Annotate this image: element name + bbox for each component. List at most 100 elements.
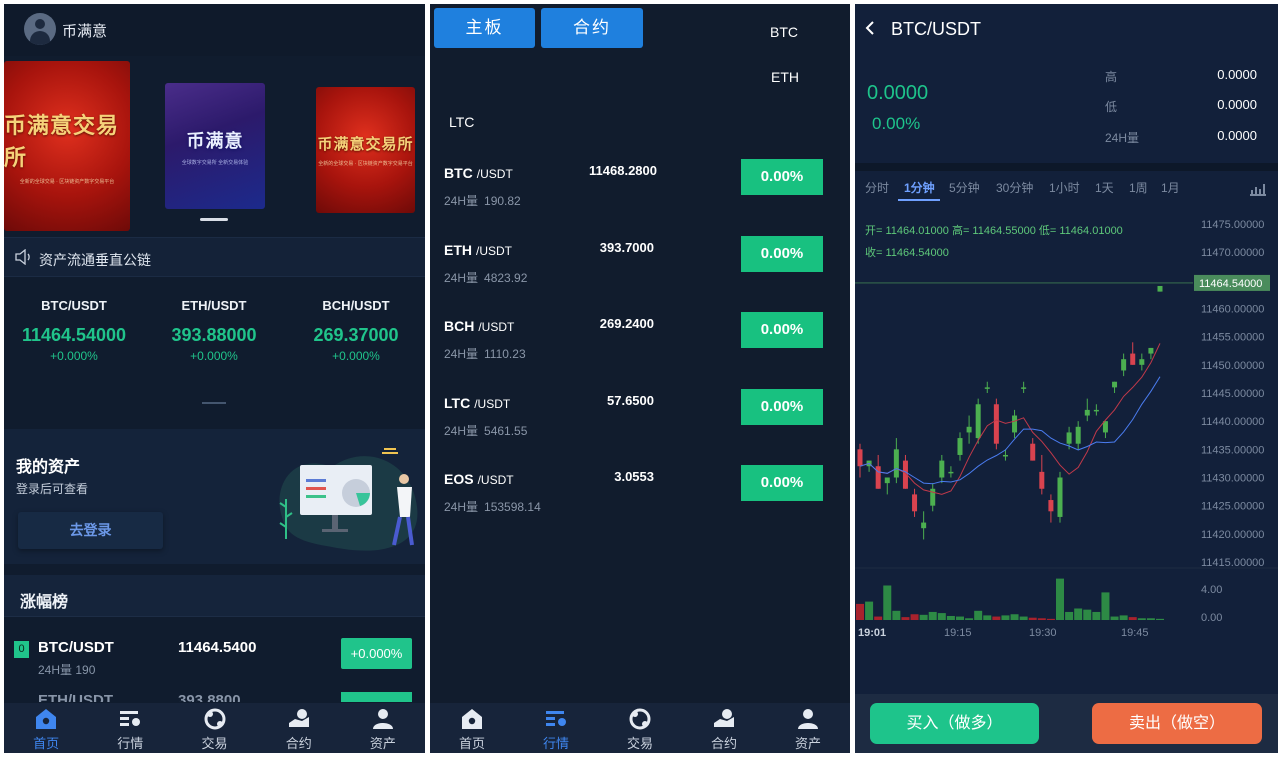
market-base: EOS — [444, 471, 474, 487]
volume-bar — [1037, 618, 1046, 620]
market-row[interactable]: BCH/USDT 24H量 1110.23 269.2400 0.00% — [430, 312, 850, 382]
sell-short-button[interactable]: 卖出（做空） — [1092, 703, 1262, 744]
market-row[interactable]: BTC/USDT 24H量 190.82 11468.2800 0.00% — [430, 159, 850, 229]
y-tick-label: 11445.00000 — [1201, 388, 1264, 400]
back-arrow-icon[interactable] — [861, 18, 881, 38]
ticker-change: +0.000% — [332, 349, 380, 363]
tab-trade[interactable]: 交易 — [598, 703, 682, 753]
y-tick-label: 11460.00000 — [1201, 304, 1264, 316]
tab-label: 资产 — [369, 736, 396, 751]
last-price-label: 11464.54000 — [1199, 278, 1262, 290]
y-tick-label: 11455.00000 — [1201, 332, 1264, 344]
market-row[interactable]: ETH/USDT 24H量 4823.92 393.7000 0.00% — [430, 235, 850, 306]
candle — [1084, 409, 1090, 416]
volume-bar — [965, 618, 974, 620]
timeframe-tab[interactable]: 30分钟 — [996, 179, 1033, 196]
rank-change — [341, 692, 412, 702]
timeframe-tab[interactable]: 1周 — [1129, 179, 1148, 196]
contract-icon — [714, 709, 734, 727]
ticker-card[interactable]: BTC/USDT 11464.54000 +0.000% — [4, 298, 144, 363]
gainers-row-partial[interactable]: ETH/USDT 393.8800 — [4, 688, 425, 702]
volume-bar — [910, 614, 919, 620]
market-screen: 主板 合约 BTC ETH LTC BTC/USDT 24H量 190.82 1146… — [430, 4, 850, 753]
market-symbol: ETH/USDT — [444, 242, 512, 258]
banner-3[interactable]: 币满意交易所 全新的全球交易 · 区块链资产数字交易平台 — [316, 87, 415, 213]
market-symbol: LTC/USDT — [444, 395, 510, 411]
ticker-card[interactable]: ETH/USDT 393.88000 +0.000% — [144, 298, 284, 363]
volume-label: 24H量 — [444, 194, 479, 208]
market-row[interactable]: EOS/USDT 24H量 153598.14 3.0553 0.00% — [430, 465, 850, 535]
coin-filter-eth[interactable]: ETH — [771, 69, 799, 85]
timeframe-tab[interactable]: 1月 — [1161, 179, 1180, 196]
home-header: 币满意 — [4, 4, 425, 56]
market-change[interactable]: 0.00% — [741, 312, 823, 348]
timeframe-tabs: 分时 1分钟 5分钟 30分钟 1小时 1天 1周 1月 — [855, 174, 1278, 202]
tab-assets[interactable]: 资产 — [341, 703, 425, 753]
volume-bar — [874, 616, 883, 620]
volume-bar — [901, 617, 910, 620]
timeframe-tab[interactable]: 1分钟 — [904, 179, 935, 196]
tab-assets[interactable]: 资产 — [766, 703, 850, 753]
market-change[interactable]: 0.00% — [741, 159, 823, 195]
tab-market[interactable]: 行情 — [514, 703, 598, 753]
volume-label: 24H量 — [444, 347, 479, 361]
candle — [884, 477, 890, 484]
x-tick-label: 19:01 — [858, 627, 886, 639]
tab-contract[interactable]: 合约 — [682, 703, 766, 753]
tab-home[interactable]: 首页 — [4, 703, 88, 753]
banner-carousel[interactable]: 币满意交易所 全新的全球交易 · 区块链资产数字交易平台 币满意 全球数字交易所… — [4, 61, 425, 233]
timeframe-tab[interactable]: 1天 — [1095, 179, 1114, 196]
candle — [1121, 359, 1127, 371]
gainers-row[interactable]: 0 BTC/USDT 24H量 190 11464.5400 +0.000% — [4, 618, 425, 688]
candle — [1075, 426, 1081, 444]
kline-chart[interactable]: 开= 11464.01000 高= 11464.55000 低= 11464.0… — [855, 204, 1278, 644]
banner-1[interactable]: 币满意交易所 全新的全球交易 · 区块链资产数字交易平台 — [4, 61, 130, 231]
volume-bar — [1046, 618, 1055, 620]
notice-bar[interactable]: 资产流通垂直公链 — [4, 237, 425, 277]
tab-contract[interactable]: 合约 — [257, 703, 341, 753]
home-icon — [462, 709, 482, 729]
stat-low-label: 低 — [1105, 100, 1118, 114]
candle — [1093, 409, 1099, 412]
candle — [1030, 443, 1036, 461]
market-volume: 24H量 1110.23 — [444, 345, 526, 362]
buy-long-button[interactable]: 买入（做多） — [870, 703, 1039, 744]
coin-filter-btc[interactable]: BTC — [770, 24, 798, 40]
market-symbol: BCH/USDT — [444, 318, 514, 334]
market-quote: /USDT — [478, 320, 515, 334]
volume-bar — [1001, 615, 1010, 620]
market-row[interactable]: LTC/USDT 24H量 5461.55 57.6500 0.00% — [430, 388, 850, 459]
candle — [957, 438, 963, 455]
tab-main-board[interactable]: 主板 — [434, 8, 535, 48]
user-icon — [798, 709, 818, 729]
rank-pair: BTC/USDT — [38, 639, 114, 656]
tab-trade[interactable]: 交易 — [172, 703, 256, 753]
market-change[interactable]: 0.00% — [741, 465, 823, 501]
timeframe-tab[interactable]: 1小时 — [1049, 179, 1080, 196]
timeframe-tab[interactable]: 5分钟 — [949, 179, 980, 196]
market-volume: 24H量 153598.14 — [444, 498, 541, 515]
coin-filter-ltc[interactable]: LTC — [449, 114, 474, 130]
volume-bar — [1010, 614, 1019, 620]
market-quote: /USDT — [474, 396, 511, 411]
ohlc-readout: 开= 11464.01000 高= 11464.55000 低= 11464.0… — [865, 223, 1123, 237]
tab-market[interactable]: 行情 — [88, 703, 172, 753]
volume-bar — [937, 613, 946, 620]
candle — [1112, 381, 1118, 388]
volume-bar — [992, 616, 1001, 620]
timeframe-active-indicator — [898, 199, 940, 201]
ticker-card[interactable]: BCH/USDT 269.37000 +0.000% — [286, 298, 425, 363]
banner-2[interactable]: 币满意 全球数字交易所 全新交易体验 — [165, 83, 265, 209]
tab-label: 行情 — [542, 736, 569, 751]
tab-home[interactable]: 首页 — [430, 703, 514, 753]
market-change[interactable]: 0.00% — [741, 235, 823, 272]
y-tick-label: 11425.00000 — [1201, 501, 1264, 513]
market-change[interactable]: 0.00% — [741, 388, 823, 425]
tab-contracts[interactable]: 合约 — [541, 8, 643, 48]
login-button[interactable]: 去登录 — [18, 512, 163, 549]
indicator-settings-icon[interactable] — [1249, 180, 1267, 196]
market-price: 393.7000 — [599, 239, 654, 255]
volume-label: 24H量 — [444, 270, 479, 285]
timeframe-tab[interactable]: 分时 — [865, 179, 889, 196]
avatar[interactable] — [24, 13, 56, 45]
